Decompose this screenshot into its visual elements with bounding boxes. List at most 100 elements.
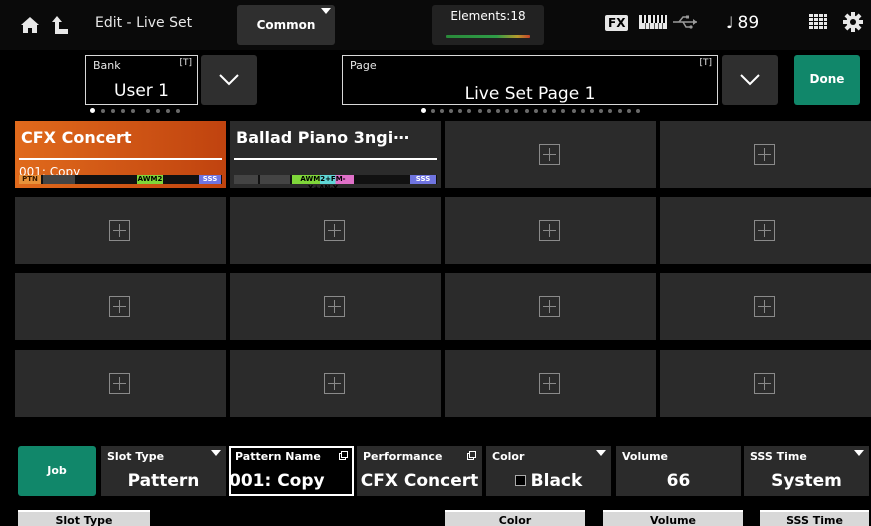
performance-selector[interactable]: Performance CFX Concert [357,446,482,496]
live-set-slot-empty[interactable] [445,273,656,340]
bank-dropdown-button[interactable] [201,55,257,105]
add-icon [539,144,560,165]
slot-tag-gap [234,175,258,184]
bank-field[interactable]: Bank [T] User 1 [85,55,198,105]
performance-label: Performance [363,450,443,463]
live-set-slot-empty[interactable] [230,197,441,264]
live-set-slot-2[interactable]: Ballad Piano 3ngi⋯ AWM2+FM-X+AN-X SSS [230,121,441,192]
page-value: Live Set Page 1 [464,84,596,104]
volume-control[interactable]: Volume 66 [616,446,741,496]
performance-value: CFX Concert [360,471,479,491]
color-value-wrap: Black [486,471,611,491]
sss-tag: SSS [410,175,436,184]
live-set-slot-empty[interactable] [445,197,656,264]
popup-window-icon [339,451,348,460]
knob-tab-slot-type[interactable]: Slot Type [18,510,150,526]
slot-tag-bar: PTN AWM2 SSS [19,175,222,184]
add-icon [754,296,775,317]
add-icon [109,373,130,394]
screen-title: Edit - Live Set [95,15,193,31]
knob-tab-volume[interactable]: Volume [603,510,743,526]
dropdown-triangle-icon [854,450,864,456]
add-icon [754,220,775,241]
dropdown-triangle-icon [211,450,221,456]
live-set-slot-empty[interactable] [445,121,656,188]
gear-icon[interactable] [843,12,863,32]
sss-time-label: SSS Time [750,450,807,463]
knob-tab-color[interactable]: Color [445,510,585,526]
elements-meter: Elements:18 [432,5,544,45]
add-icon [324,373,345,394]
popup-window-icon [467,451,476,460]
knob-tab-label: SSS Time [786,514,843,526]
chevron-down-icon [219,74,239,86]
live-set-slot-empty[interactable] [15,273,226,340]
pattern-name-field[interactable]: Pattern Name 001: Copy [229,446,354,496]
pattern-name-label: Pattern Name [235,450,321,463]
add-icon [109,296,130,317]
add-icon [109,220,130,241]
tempo-display[interactable]: ♩ 89 [726,13,759,33]
volume-value: 66 [666,471,691,491]
page-dropdown-button[interactable] [722,55,778,105]
bank-page-indicator [90,108,200,115]
color-value: Black [530,471,583,491]
slot-type-selector[interactable]: Slot Type Pattern [101,446,226,496]
live-set-slot-empty[interactable] [230,273,441,340]
knob-tab-sss-time[interactable]: SSS Time [760,510,869,526]
live-set-slot-empty[interactable] [15,197,226,264]
keyboard-icon[interactable] [638,14,668,30]
add-icon [539,220,560,241]
live-set-slot-empty[interactable] [230,350,441,417]
slot-divider [19,158,222,160]
common-button-label: Common [256,18,316,32]
live-set-slot-empty[interactable] [660,273,871,340]
live-set-slot-empty[interactable] [660,121,871,188]
fx-icon[interactable]: FX [605,15,629,31]
add-icon [539,296,560,317]
color-selector[interactable]: Color Black [486,446,611,496]
job-button[interactable]: Job [18,446,96,496]
color-label: Color [492,450,525,463]
bank-label: Bank [93,59,121,72]
page-text-tag: [T] [699,58,712,68]
slot-type-label: Slot Type [107,450,165,463]
home-icon[interactable] [20,16,40,34]
slot-tag-gap [260,175,290,184]
grid-menu-icon[interactable] [809,14,827,30]
done-button[interactable]: Done [794,55,860,105]
common-button[interactable]: Common [237,5,335,45]
volume-label: Volume [622,450,668,463]
job-button-label: Job [47,464,67,477]
page-indicator [421,108,651,115]
knob-tab-label: Volume [650,514,696,526]
bank-value: User 1 [114,81,169,101]
page-field[interactable]: Page [T] Live Set Page 1 [342,55,718,105]
live-set-slot-empty[interactable] [660,350,871,417]
sss-time-value: System [771,471,842,491]
slot-divider [234,158,437,160]
slot-tag-bar: AWM2+FM-X+AN-X SSS [234,175,437,192]
live-set-slot-1[interactable]: CFX Concert 001: Copy PTN AWM2 SSS [15,121,226,188]
live-set-slot-empty[interactable] [445,350,656,417]
live-set-slot-empty[interactable] [15,350,226,417]
top-bar: Edit - Live Set Common Elements:18 FX ♩ 8… [0,0,871,50]
dropdown-triangle-icon [321,8,331,14]
live-set-slot-empty[interactable] [660,197,871,264]
dropdown-triangle-icon [596,450,606,456]
sss-time-selector[interactable]: SSS Time System [744,446,869,496]
slot-tag-gap [43,175,75,184]
awm2-fmx-anx-tag: AWM2+FM-X+AN-X [292,175,354,192]
tempo-value: 89 [737,13,760,33]
color-swatch [514,475,526,486]
add-icon [754,373,775,394]
up-arrow-icon[interactable] [52,14,70,36]
knob-tab-label: Color [498,514,532,526]
pattern-name-value: 001: Copy [229,471,325,491]
sss-tag: SSS [199,175,221,184]
level-meter-bar [446,35,530,38]
ptn-tag: PTN [19,175,41,184]
add-icon [539,373,560,394]
done-button-label: Done [809,72,845,86]
chevron-down-icon [740,74,760,86]
